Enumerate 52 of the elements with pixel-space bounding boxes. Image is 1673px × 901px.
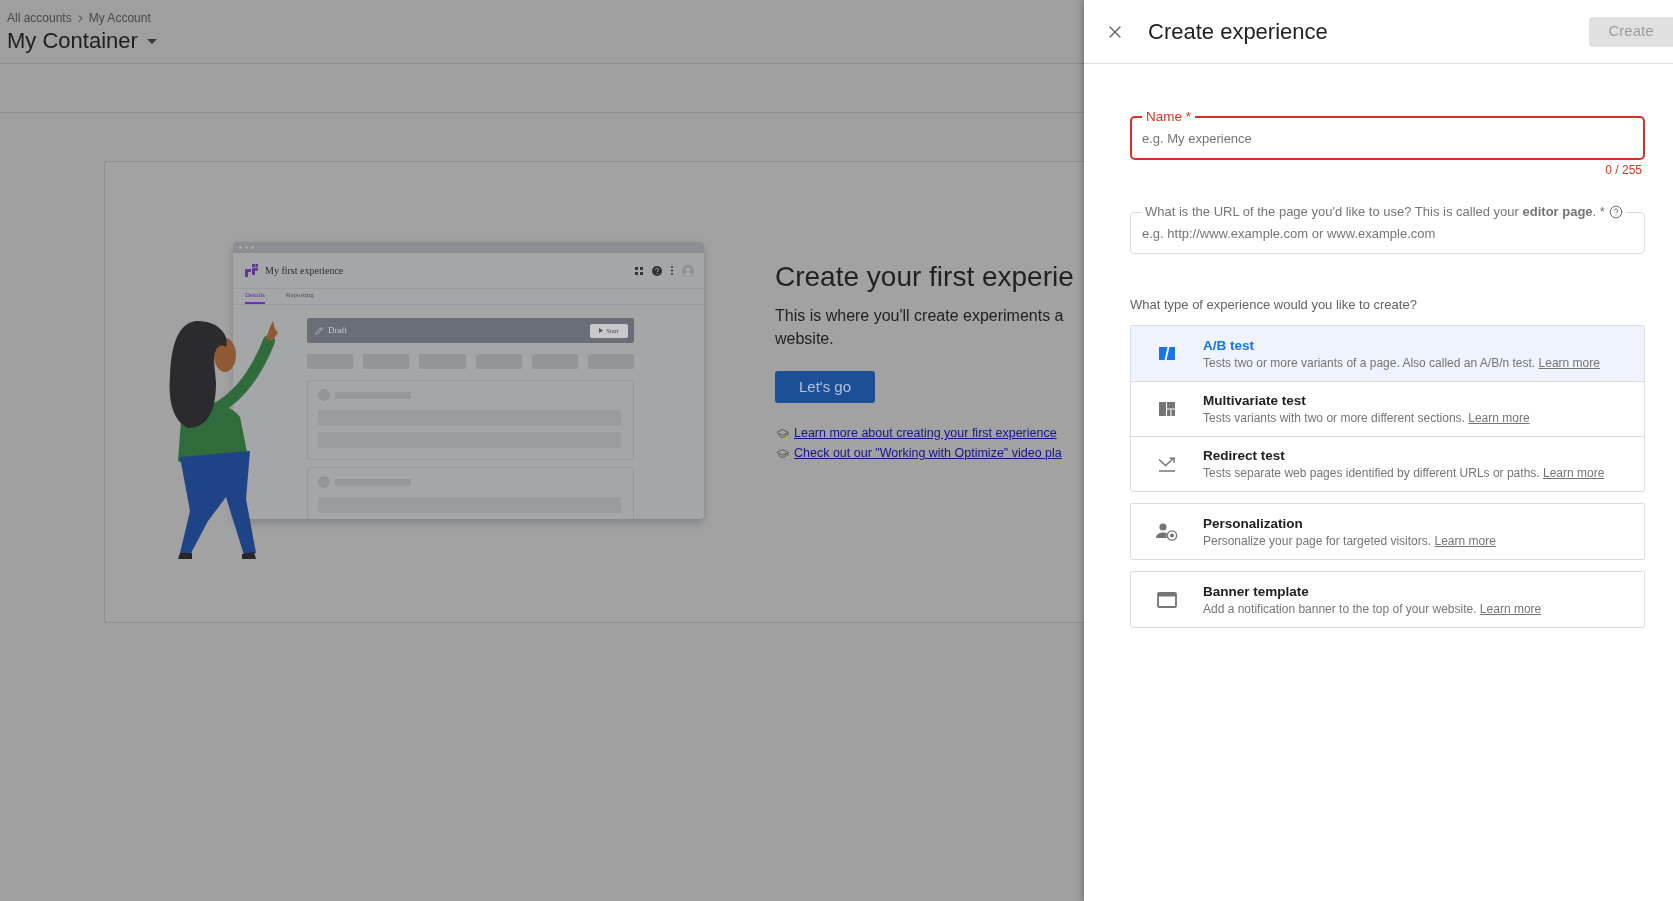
breadcrumb-link[interactable]: My Account [88,10,151,26]
pencil-icon [315,326,323,335]
experience-type-option[interactable]: Personalization Personalize your page for targeted visitors. Learn more [1131,504,1644,559]
caret-down-icon [146,38,157,44]
character-counter: 0 / 255 [1605,162,1642,178]
option-title: A/B test [1203,336,1255,355]
breadcrumb-link[interactable]: All accounts [7,10,72,26]
grid-icon [635,266,643,275]
experience-type-option[interactable]: A/B test Tests two or more variants of a page. Also called an A/B/n test. Learn more [1131,326,1644,381]
url-field-label: What is the URL of the page you'd like to use? This is called your editor page. * [1145,204,1605,220]
play-icon [599,328,604,333]
option-description: Personalize your page for targeted visitors. Learn more [1203,532,1496,549]
option-description: Add a notification banner to the top of your website. Learn more [1203,600,1542,617]
layout-blocks-icon [1159,402,1175,416]
graduation-cap-icon [776,426,789,440]
lets-go-button[interactable]: Let's go [775,371,875,403]
person-target-icon [1156,522,1178,541]
help-link[interactable]: Learn more about creating your first experience [794,425,1057,441]
logo-icon [245,264,258,277]
option-title: Banner template [1203,582,1310,601]
help-link[interactable]: Check out our "Working with Optimize" video pla [794,445,1062,461]
option-title: Redirect test [1203,447,1286,465]
field-placeholder: e.g. My experience [1142,130,1252,147]
graduation-cap-icon [776,446,789,460]
experience-type-option[interactable]: Banner template Add a notification banner to the top of your website. Learn more [1131,572,1644,627]
status-label: Draft [328,325,347,336]
field-placeholder: e.g. http://www.example.com or www.example.com [1142,225,1436,242]
description-text: This is where you'll create experiments a [775,306,1064,326]
help-icon[interactable] [1608,205,1623,219]
option-title: Personalization [1203,514,1304,533]
experience-type-option[interactable]: Redirect test Tests separate web pages identified by different URLs or paths. Learn more [1131,436,1644,491]
learn-more-link[interactable]: Learn more [1434,533,1496,548]
empty-state-heading: Create your first experie [775,260,1074,294]
browser-window-icon [1157,591,1177,608]
option-title: Multivariate test [1203,392,1307,410]
learn-more-link[interactable]: Learn more [1543,466,1605,480]
type-prompt: What type of experience would you like to create? [1130,297,1418,313]
learn-more-link[interactable]: Learn more [1479,601,1542,616]
container-selector[interactable]: My Container [7,27,157,55]
url-field[interactable]: What is the URL of the page you'd like to use? This is called your editor page. * e.g. http://www.example.com or www.example.com [1130,204,1645,254]
mockup-title: My first experience [265,264,344,277]
panel-title: Create experience [1148,17,1328,46]
learn-more-link[interactable]: Learn more [1538,355,1600,370]
learn-more-link[interactable]: Learn more [1468,411,1530,425]
description-text: website. [775,329,835,349]
name-field-label: Name * [1146,109,1191,125]
option-description: Tests separate web pages identified by different URLs or paths. Learn more [1203,465,1605,481]
name-field[interactable]: Name * e.g. My experience [1130,109,1645,160]
option-description: Tests two or more variants of a page. Also called an A/B/n test. Learn more [1203,354,1600,371]
option-description: Tests variants with two or more different sections. Learn more [1203,410,1530,426]
avatar-icon [682,264,694,277]
help-icon [652,265,662,276]
